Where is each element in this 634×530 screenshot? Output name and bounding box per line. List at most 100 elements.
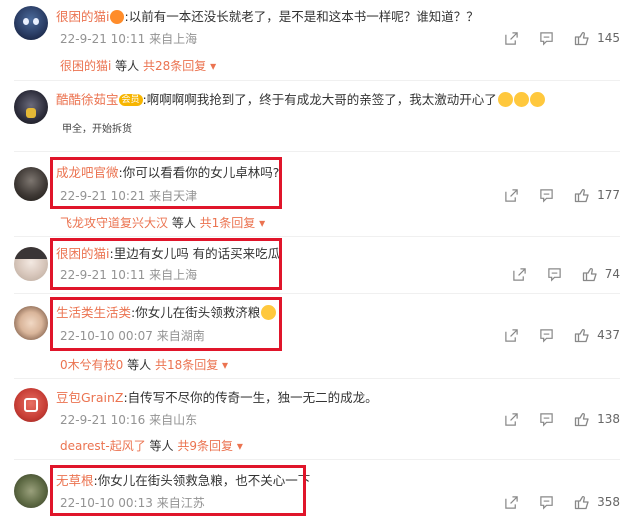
comment-actions: 358: [484, 494, 620, 510]
comment-meta: 22-9-21 10:16 来自山东: [60, 412, 197, 428]
highlight-box: [50, 465, 306, 516]
laugh-cry-emoji: [513, 92, 529, 107]
member-badge: 会员: [118, 94, 143, 106]
share-icon: [505, 31, 518, 45]
like-count: 138: [597, 412, 620, 426]
like-icon: [574, 188, 589, 203]
reply-username[interactable]: 飞龙攻守道复兴大汉: [60, 216, 168, 230]
comment-icon: [540, 328, 553, 343]
highlight-box: [50, 157, 282, 209]
reply-suffix: 等人: [123, 358, 152, 372]
like-icon: [574, 328, 589, 343]
comment-time: 22-9-21 10:16: [60, 413, 146, 427]
chevron-down-icon: ▾: [222, 358, 229, 372]
like-button[interactable]: 74: [582, 266, 620, 282]
comment-item: 很困的猫i :以前有一本还没长就老了，是不是和这本书一样呢？谁知道？？ 22-9-…: [0, 0, 634, 80]
laugh-cry-emoji: [497, 92, 513, 107]
comment-text: :啊啊啊啊我抢到了，终于有成龙大哥的亲签了，我太激动开心了: [142, 92, 497, 107]
share-button[interactable]: [504, 188, 519, 203]
avatar[interactable]: [14, 474, 48, 508]
more-replies-link[interactable]: 共9条回复: [177, 439, 233, 453]
chevron-down-icon: ▾: [236, 439, 243, 453]
like-button[interactable]: 145: [574, 30, 620, 46]
share-button[interactable]: [504, 328, 519, 343]
like-button[interactable]: 358: [574, 494, 620, 510]
share-button[interactable]: [504, 495, 519, 510]
comment-icon: [547, 267, 561, 282]
like-button[interactable]: 138: [574, 411, 620, 427]
like-count: 145: [597, 31, 620, 45]
username[interactable]: 很困的猫i: [56, 9, 109, 24]
comment-button[interactable]: [539, 412, 554, 427]
comment-text-line: 很困的猫i :以前有一本还没长就老了，是不是和这本书一样呢？谁知道？？: [56, 8, 479, 26]
reply-username[interactable]: 很困的猫i: [60, 59, 111, 73]
comment-button[interactable]: [539, 328, 554, 343]
comment-time: 22-9-21 10:11: [60, 32, 146, 46]
comment-button[interactable]: [539, 188, 554, 203]
reply-username[interactable]: dearest-起风了: [60, 439, 146, 453]
reply-summary[interactable]: dearest-起风了 等人 共9条回复 ▾: [60, 438, 243, 454]
comment-button[interactable]: [539, 31, 554, 46]
like-icon: [582, 267, 597, 282]
reply-summary[interactable]: 很困的猫i 等人 共28条回复 ▾: [60, 58, 216, 74]
reply-summary[interactable]: 飞龙攻守道复兴大汉 等人 共1条回复 ▾: [60, 215, 265, 231]
comment-text-line: 酷酷徐茹宝 会员:啊啊啊啊我抢到了，终于有成龙大哥的亲签了，我太激动开心了: [56, 91, 545, 109]
username[interactable]: 豆包GrainZ: [56, 390, 123, 405]
comment-icon: [540, 31, 553, 46]
like-count: 74: [604, 267, 620, 281]
like-icon: [574, 31, 589, 46]
username[interactable]: 酷酷徐茹宝: [56, 92, 119, 107]
comment-actions: 138: [484, 411, 620, 427]
avatar[interactable]: [14, 167, 48, 201]
like-count: 358: [597, 495, 620, 509]
reply-summary[interactable]: 0木兮有枝0 等人 共18条回复 ▾: [60, 357, 228, 373]
divider: [14, 459, 620, 460]
reply-suffix: 等人: [111, 59, 140, 73]
comment-icon: [540, 188, 553, 203]
comment-location: 来自山东: [149, 413, 198, 427]
comment-button[interactable]: [539, 495, 554, 510]
comment-icon: [540, 412, 553, 427]
highlight-box: [50, 238, 282, 290]
comment-actions: 437: [484, 327, 620, 343]
comment-actions: 177: [484, 187, 620, 203]
comment-button[interactable]: [547, 267, 562, 282]
avatar[interactable]: [14, 306, 48, 340]
share-button[interactable]: [512, 267, 527, 282]
more-replies-link[interactable]: 共18条回复: [155, 358, 218, 372]
reply-suffix: 等人: [145, 439, 174, 453]
comment-actions: 74: [492, 266, 620, 282]
avatar[interactable]: [14, 90, 48, 124]
chevron-down-icon: ▾: [210, 59, 217, 73]
divider: [14, 236, 620, 237]
avatar[interactable]: [14, 6, 48, 40]
reply-username[interactable]: 0木兮有枝0: [60, 358, 123, 372]
divider: [14, 378, 620, 379]
laugh-cry-emoji: [529, 92, 545, 107]
avatar[interactable]: [14, 247, 48, 281]
like-icon: [574, 495, 589, 510]
share-icon: [505, 328, 518, 342]
more-replies-link[interactable]: 共1条回复: [200, 216, 256, 230]
share-button[interactable]: [504, 412, 519, 427]
share-button[interactable]: [504, 31, 519, 46]
share-icon: [505, 495, 518, 509]
divider: [14, 151, 620, 152]
share-icon: [505, 412, 518, 426]
comment-text: :自传写不尽你的传奇一生，独一无二的成龙。: [123, 390, 378, 405]
comment-text-line: 豆包GrainZ:自传写不尽你的传奇一生，独一无二的成龙。: [56, 389, 378, 407]
avatar[interactable]: [14, 388, 48, 422]
reply-suffix: 等人: [168, 216, 196, 230]
angry-emoji: [110, 10, 125, 24]
comment-icon: [540, 495, 553, 510]
like-button[interactable]: 177: [574, 187, 620, 203]
comment-location: 来自上海: [149, 32, 198, 46]
handwritten-image[interactable]: 甲全，开始拆货: [58, 112, 178, 144]
like-button[interactable]: 437: [574, 327, 620, 343]
comment-text: :以前有一本还没长就老了，是不是和这本书一样呢？谁知道？？: [124, 9, 479, 24]
share-icon: [512, 267, 526, 281]
more-replies-link[interactable]: 共28条回复: [143, 59, 206, 73]
like-icon: [574, 412, 589, 427]
share-icon: [505, 188, 518, 202]
highlight-box: [50, 297, 282, 351]
